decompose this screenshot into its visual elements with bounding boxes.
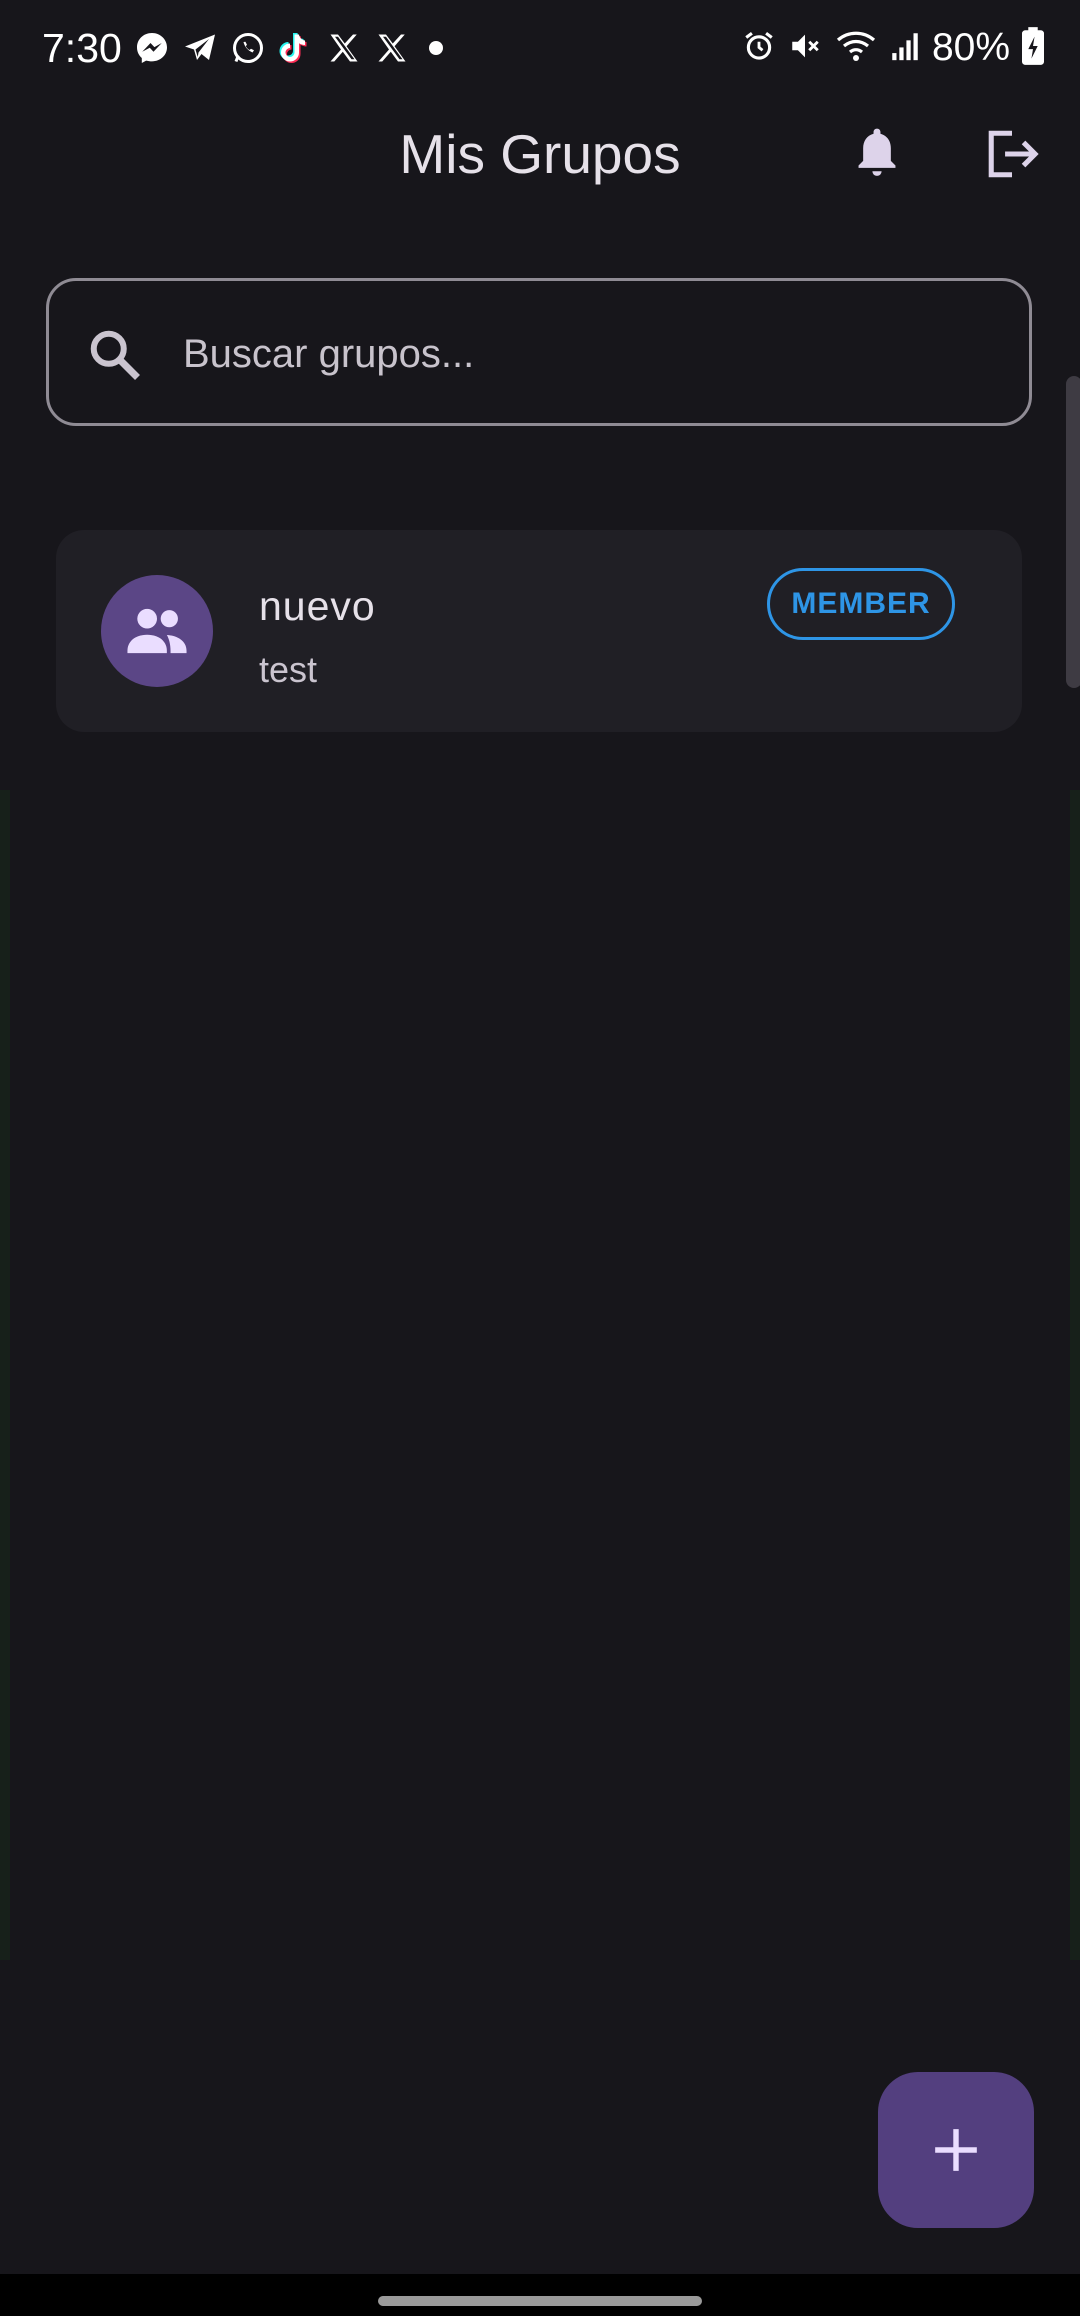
status-time: 7:30 — [42, 25, 122, 71]
notification-icons — [134, 26, 450, 70]
logout-icon — [988, 130, 1039, 178]
app-bar: Mis Grupos — [0, 96, 1080, 216]
system-status: 80% — [742, 22, 1044, 74]
x-icon — [374, 30, 410, 66]
battery-icon — [1022, 26, 1044, 70]
status-bar: 7:30 80% — [0, 0, 1080, 96]
group-name: nuevo — [259, 583, 376, 629]
search-icon — [90, 330, 140, 380]
alarm-icon — [742, 29, 776, 68]
wifi-icon — [834, 28, 878, 69]
mute-icon — [788, 29, 822, 68]
create-group-button[interactable] — [878, 2072, 1034, 2228]
navigation-bar — [0, 2274, 1080, 2316]
edge-glow-right — [1070, 790, 1080, 1960]
logout-button[interactable] — [970, 112, 1054, 196]
group-icon — [127, 608, 187, 654]
messenger-icon — [134, 30, 170, 66]
battery-percent: 80% — [931, 26, 1010, 69]
home-handle[interactable] — [378, 2296, 702, 2306]
edge-glow-left — [0, 790, 10, 1960]
bell-icon — [858, 128, 896, 176]
group-avatar — [101, 575, 213, 687]
screen: 7:30 80% Mis Grupos Buscar grupos... nue… — [0, 0, 1080, 2316]
group-card[interactable]: nuevo test MEMBER — [56, 530, 1022, 732]
whatsapp-icon — [230, 30, 266, 66]
scrollbar-thumb[interactable] — [1066, 376, 1080, 688]
signal-icon — [890, 29, 920, 68]
notifications-button[interactable] — [835, 112, 919, 196]
telegram-icon — [182, 30, 218, 66]
group-description: test — [259, 649, 318, 690]
search-field[interactable] — [46, 278, 1032, 426]
dot-icon — [422, 30, 450, 66]
search-input[interactable] — [181, 311, 1005, 397]
role-badge: MEMBER — [767, 568, 955, 640]
x-icon — [326, 30, 362, 66]
plus-icon — [935, 2129, 977, 2171]
tiktok-icon — [278, 30, 314, 66]
